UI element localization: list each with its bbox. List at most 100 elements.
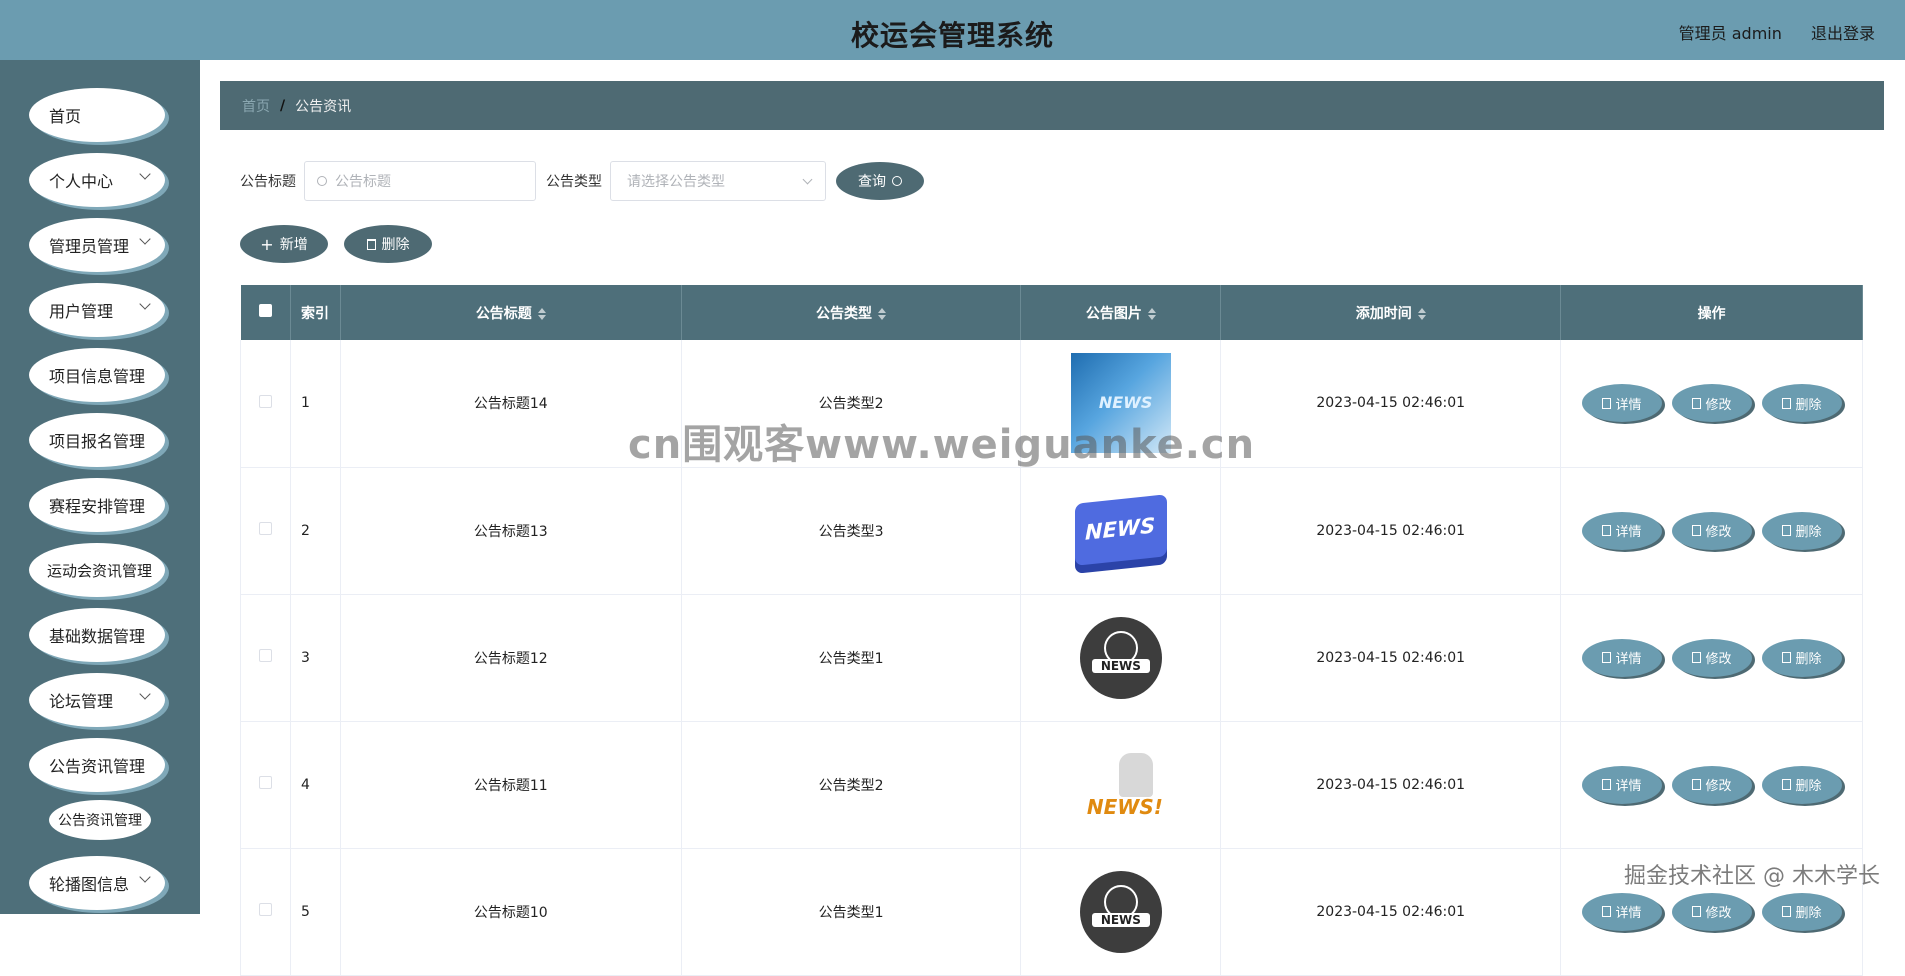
sort-icon[interactable] [878,307,887,320]
row-checkbox[interactable] [258,649,272,662]
title-search-placeholder: 公告标题 [335,174,391,190]
column-header-image[interactable]: 公告图片 [1020,285,1222,340]
row-time: 2023-04-15 02:46:01 [1220,340,1562,468]
row-delete-button[interactable]: 删除 [1761,765,1842,804]
row-select-cell [240,340,291,468]
edit-button[interactable]: 修改 [1671,638,1752,677]
column-header-type[interactable]: 公告类型 [681,285,1022,340]
row-select-cell [240,467,291,595]
corner-watermark: 掘金技术社区 @ 木木学长 [1624,864,1880,889]
pencil-icon [1691,779,1701,790]
toolbar: + 新增 删除 [240,225,432,263]
row-image-cell: NEWS [1020,467,1222,595]
chevron-down-icon [802,174,813,185]
table-header-row: 索引 公告标题 公告类型 公告图片 添加时间 操作 [240,285,1863,340]
sidebar-item-schedule[interactable]: 赛程安排管理 [29,478,165,532]
sidebar-item-forum[interactable]: 论坛管理 [29,673,165,727]
pencil-icon [1691,906,1701,917]
edit-button[interactable]: 修改 [1671,511,1752,550]
column-header-label: 公告标题 [475,305,532,322]
pencil-icon [1691,652,1701,663]
row-delete-button[interactable]: 删除 [1761,638,1842,677]
chevron-down-icon [139,168,151,180]
sort-icon[interactable] [1147,307,1156,320]
row-image-cell: NEWS! [1020,721,1222,849]
breadcrumb-home[interactable]: 首页 [242,96,270,116]
row-actions: 详情 修改 删除 [1560,721,1863,849]
column-header-label: 公告图片 [1085,305,1142,322]
trash-icon [1781,779,1791,790]
edit-button[interactable]: 修改 [1671,384,1752,423]
admin-user-label[interactable]: 管理员 admin [1679,24,1782,43]
sidebar-item-home[interactable]: 首页 [29,88,165,142]
delete-button[interactable]: 删除 [344,225,432,263]
edit-label: 修改 [1705,652,1732,667]
search-icon [892,176,902,186]
search-button[interactable]: 查询 [836,162,924,200]
row-title: 公告标题12 [340,594,682,722]
detail-button[interactable]: 详情 [1581,511,1662,550]
sidebar-item-label: 个人中心 [49,172,114,191]
search-icon [317,176,327,186]
detail-button[interactable]: 详情 [1581,638,1662,677]
column-header-time[interactable]: 添加时间 [1220,285,1562,340]
title-search-input[interactable]: 公告标题 [304,161,536,201]
news-globe-badge-image[interactable]: NEWS [1071,608,1171,708]
type-filter-label: 公告类型 [546,174,602,190]
detail-button[interactable]: 详情 [1581,892,1662,931]
sidebar-item-project-signup[interactable]: 项目报名管理 [29,413,165,467]
sidebar-item-project-info[interactable]: 项目信息管理 [29,348,165,402]
row-delete-button[interactable]: 删除 [1761,511,1842,550]
sidebar-item-label: 管理员管理 [49,237,130,256]
document-icon [1601,779,1611,790]
news-key-image[interactable]: NEWS [1070,480,1171,581]
sidebar-item-carousel[interactable]: 轮播图信息 [29,856,165,910]
sidebar-item-label: 项目报名管理 [49,432,146,451]
select-all-checkbox[interactable] [258,304,272,317]
table-row: 3 公告标题12 公告类型1 NEWS 2023-04-15 02:46:01 … [240,594,1863,722]
table-row: 5 公告标题10 公告类型1 NEWS 2023-04-15 02:46:01 … [240,848,1863,976]
notice-table: 索引 公告标题 公告类型 公告图片 添加时间 操作 1 公告标题14 公告类型2… [240,285,1863,976]
sidebar-item-label: 项目信息管理 [49,367,146,386]
detail-label: 详情 [1615,525,1642,540]
edit-button[interactable]: 修改 [1671,765,1752,804]
news-globe-badge-image[interactable]: NEWS [1071,862,1171,962]
type-select-placeholder: 请选择公告类型 [627,174,725,190]
sidebar-item-admin-manage[interactable]: 管理员管理 [29,218,165,272]
row-index: 3 [290,594,341,722]
pencil-icon [1691,525,1701,536]
sidebar-item-label: 基础数据管理 [49,627,146,646]
row-checkbox[interactable] [258,776,272,789]
row-checkbox[interactable] [258,394,272,408]
column-header-title[interactable]: 公告标题 [340,285,682,340]
sidebar-item-user-manage[interactable]: 用户管理 [29,283,165,337]
logout-link[interactable]: 退出登录 [1811,24,1875,43]
edit-label: 修改 [1705,525,1732,540]
row-index: 1 [290,340,341,468]
type-select[interactable]: 请选择公告类型 [610,161,826,201]
row-checkbox[interactable] [258,522,272,535]
detail-button[interactable]: 详情 [1581,384,1662,423]
detail-label: 详情 [1615,397,1642,413]
row-delete-button[interactable]: 删除 [1761,384,1842,423]
sidebar-item-basic-data[interactable]: 基础数据管理 [29,608,165,662]
sidebar-item-personal-center[interactable]: 个人中心 [29,153,165,207]
delete-label: 删除 [1795,397,1822,413]
row-checkbox[interactable] [258,903,272,916]
chevron-down-icon [139,233,151,245]
sidebar-subitem-notice-manage[interactable]: 公告资讯管理 [49,800,151,840]
top-header: 校运会管理系统 管理员 admin 退出登录 [0,0,1905,60]
sidebar-item-notice[interactable]: 公告资讯管理 [29,738,165,792]
detail-button[interactable]: 详情 [1581,765,1662,804]
sidebar-item-sports-news[interactable]: 运动会资讯管理 [29,543,165,597]
row-delete-button[interactable]: 删除 [1761,892,1842,931]
sort-icon[interactable] [537,307,546,320]
add-button-label: 新增 [279,237,308,253]
row-select-cell [240,848,291,976]
add-button[interactable]: + 新增 [240,225,328,263]
sort-icon[interactable] [1417,307,1426,320]
chevron-down-icon [139,871,151,883]
row-type: 公告类型2 [681,721,1022,849]
edit-button[interactable]: 修改 [1671,892,1752,931]
news-figure-image[interactable]: NEWS! [1071,735,1171,835]
